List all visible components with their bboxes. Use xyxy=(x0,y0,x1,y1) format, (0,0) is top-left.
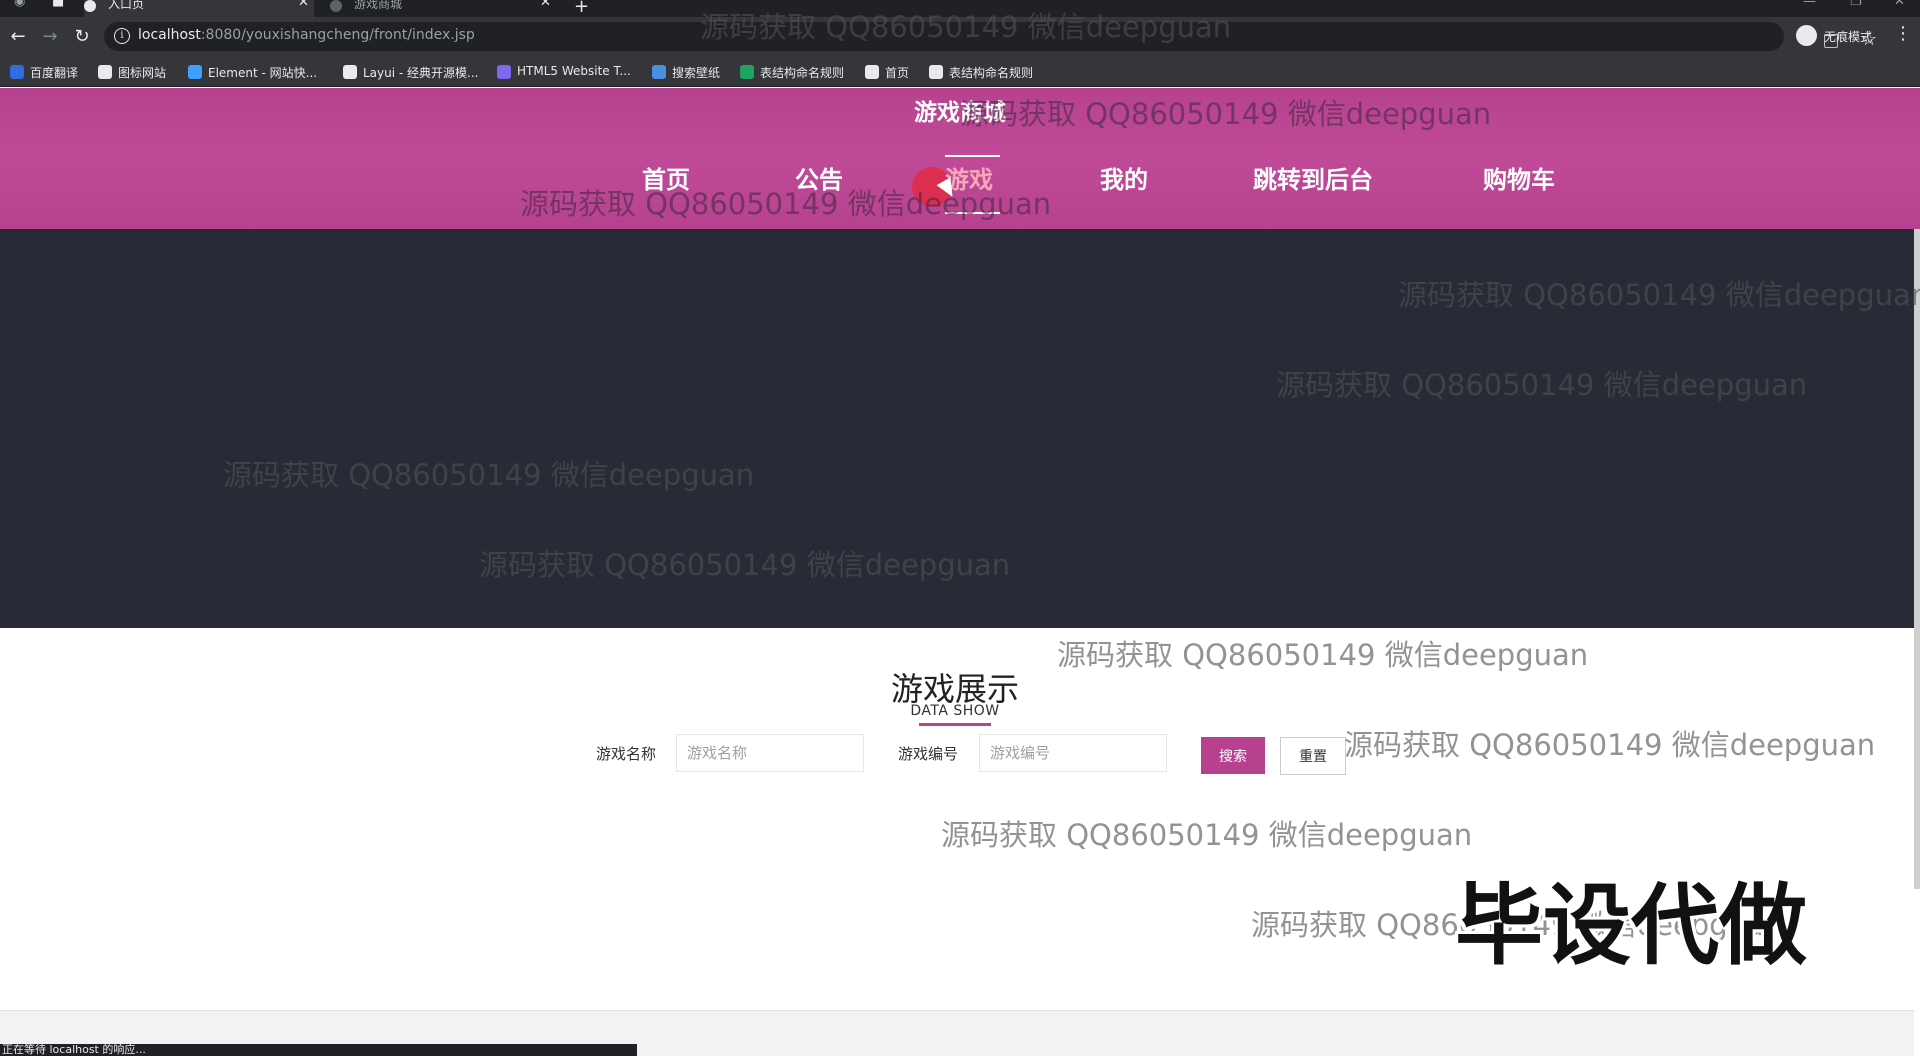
globe-icon xyxy=(865,65,879,79)
page-scrollbar[interactable] xyxy=(1914,229,1920,889)
maximize-icon[interactable]: ❐ xyxy=(1850,0,1862,9)
game-code-input[interactable] xyxy=(979,734,1167,772)
bookmark-label: Element - 网站快... xyxy=(208,66,318,80)
bookmark-label: 图标网站 xyxy=(118,66,167,80)
close-tab-icon[interactable]: ✕ xyxy=(540,0,551,9)
tab-search-icon[interactable]: ■ xyxy=(52,0,64,9)
reload-icon[interactable]: ↻ xyxy=(72,27,92,47)
sheet-icon xyxy=(740,65,754,79)
stamp-watermark: 毕设代做 xyxy=(1455,874,1808,977)
incognito-icon xyxy=(1796,25,1817,46)
chrome-logo-icon: ◉ xyxy=(14,0,26,9)
tab-game-mall[interactable]: 游戏商城 ✕ xyxy=(330,0,560,17)
back-arrow-icon[interactable]: ← xyxy=(8,27,28,47)
watermark-text: 源码获取 QQ86050149 微信deepguan xyxy=(1344,728,1876,762)
element-icon xyxy=(188,65,202,79)
bookmark-label: Layui - 经典开源模... xyxy=(363,66,479,80)
watermark-text: 源码获取 QQ86050149 微信deepguan xyxy=(941,818,1473,852)
forward-arrow-icon[interactable]: → xyxy=(40,27,60,47)
close-tab-icon[interactable]: ✕ xyxy=(298,0,309,9)
bookmark-label: HTML5 Website T... xyxy=(517,64,631,78)
html5-icon xyxy=(497,65,511,79)
bookmark-label: 表结构命名规则 xyxy=(760,66,845,80)
watermark-text: 源码获取 QQ86050149 微信deepguan xyxy=(479,548,1011,582)
minimize-icon[interactable]: — xyxy=(1803,0,1816,9)
watermark-text: 源码获取 QQ86050149 微信deepguan xyxy=(520,187,1052,221)
globe-icon xyxy=(929,65,943,79)
nav-mine[interactable]: 我的 xyxy=(1100,160,1148,195)
loading-icon xyxy=(330,0,342,12)
game-code-label: 游戏编号 xyxy=(898,745,959,763)
bookmark-label: 首页 xyxy=(885,66,910,80)
new-tab-icon[interactable]: + xyxy=(574,0,589,17)
more-menu-icon[interactable]: ⋮ xyxy=(1894,23,1912,44)
nav-admin[interactable]: 跳转到后台 xyxy=(1253,160,1373,195)
status-bar: 正在等待 localhost 的响应... xyxy=(0,1044,637,1056)
tab-entry-page[interactable]: 入口页 ✕ xyxy=(84,0,314,17)
flag-icon xyxy=(98,65,112,79)
game-name-input[interactable] xyxy=(676,734,864,772)
section-underline xyxy=(919,723,991,726)
baidu-translate-icon xyxy=(10,65,24,79)
watermark-text: 源码获取 QQ86050149 微信deepguan xyxy=(223,458,755,492)
search-button[interactable]: 搜索 xyxy=(1201,737,1265,774)
watermark-text: 源码获取 QQ86050149 微信deepguan xyxy=(1057,638,1589,672)
bookmark-label: 搜索壁纸 xyxy=(672,66,721,80)
nav-active-top-line xyxy=(945,155,1000,157)
watermark-text: 源码获取 QQ86050149 微信deepguan xyxy=(700,10,1232,44)
bookmark-label: 百度翻译 xyxy=(30,66,79,80)
close-window-icon[interactable]: ✕ xyxy=(1894,0,1905,9)
watermark-text: 源码获取 QQ86050149 微信deepguan xyxy=(1398,278,1920,312)
bookmark-label: 表结构命名规则 xyxy=(949,66,1034,80)
section-subtitle: DATA SHOW xyxy=(910,703,1000,719)
bookmarks-bar: 百度翻译 图标网站 Element - 网站快... Layui - 经典开源模...… xyxy=(0,58,1920,87)
globe-icon xyxy=(84,0,96,12)
reset-button[interactable]: 重置 xyxy=(1280,737,1346,775)
wallpaper-icon xyxy=(652,65,666,79)
site-info-icon[interactable]: i xyxy=(114,28,130,44)
watermark-text: 源码获取 QQ86050149 微信deepguan xyxy=(960,97,1492,131)
url-text[interactable]: localhost:8080/youxishangcheng/front/ind… xyxy=(138,27,475,43)
game-name-label: 游戏名称 xyxy=(596,745,657,763)
nav-cart[interactable]: 购物车 xyxy=(1483,160,1555,195)
watermark-text: 源码获取 QQ86050149 微信deepguan xyxy=(1276,368,1808,402)
layui-icon xyxy=(343,65,357,79)
